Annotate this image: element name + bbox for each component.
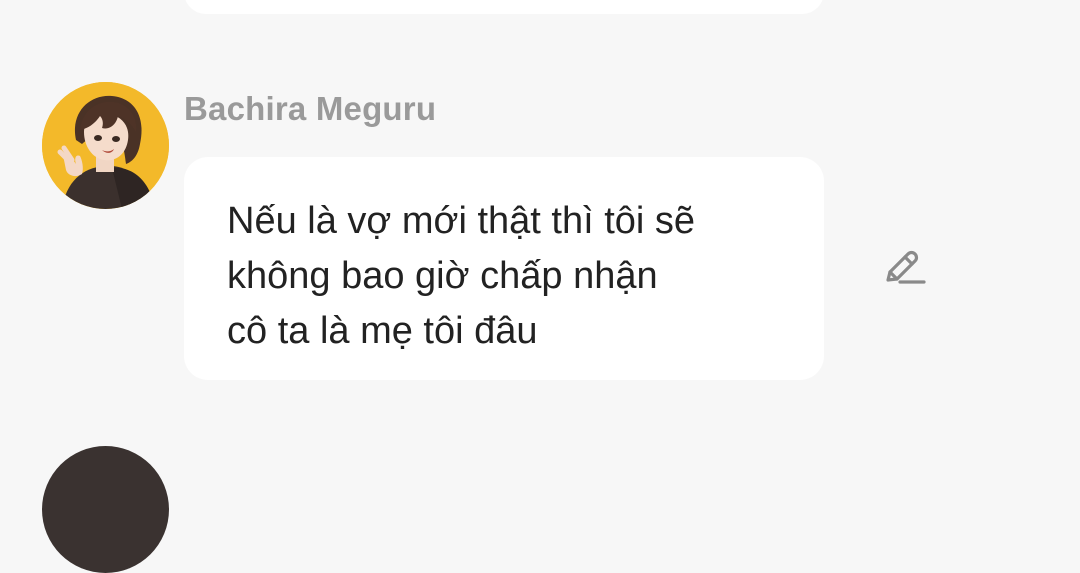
- edit-button[interactable]: [880, 248, 928, 290]
- next-message-avatar[interactable]: [42, 446, 169, 573]
- chat-message: Bachira Meguru Nếu là vợ mới thật thì tô…: [0, 0, 1080, 400]
- pencil-edit-icon: [886, 250, 926, 284]
- message-bubble[interactable]: Nếu là vợ mới thật thì tôi sẽ không bao …: [184, 157, 824, 380]
- sender-name: Bachira Meguru: [184, 90, 437, 127]
- character-avatar-icon: [42, 82, 169, 209]
- avatar[interactable]: [42, 82, 169, 209]
- message-text: Nếu là vợ mới thật thì tôi sẽ không bao …: [227, 200, 696, 352]
